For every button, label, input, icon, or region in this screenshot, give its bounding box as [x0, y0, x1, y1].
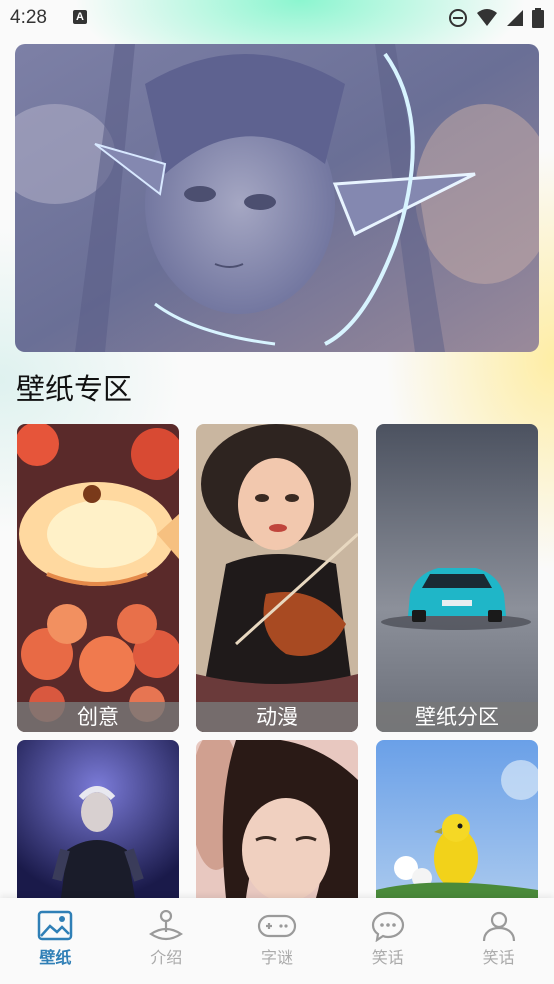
status-time: 4:28 [10, 7, 47, 28]
nav-item-jokes[interactable]: 笑话 [332, 898, 443, 984]
card-caption: 动漫 [196, 702, 358, 732]
nav-item-intro[interactable]: 介绍 [111, 898, 222, 984]
yellow-bird-image [376, 740, 538, 898]
category-card-wallpaper-zone[interactable]: 壁纸分区 [376, 424, 538, 732]
wallpaper-icon [38, 910, 73, 941]
status-bar: 4:28 A [0, 0, 554, 38]
app-notification-icon: A [73, 10, 87, 24]
section-title: 壁纸专区 [16, 372, 133, 406]
nav-label: 笑话 [482, 948, 515, 967]
nav-label: 壁纸 [39, 948, 72, 967]
category-card-6[interactable] [376, 740, 538, 898]
chat-bubble-icon [371, 911, 404, 942]
nav-item-wallpaper[interactable]: 壁纸 [0, 898, 111, 984]
hero-illustration [15, 44, 539, 352]
nav-item-profile[interactable]: 笑话 [443, 898, 554, 984]
gamepad-icon [257, 914, 297, 938]
joystick-icon [149, 910, 184, 941]
card-caption: 壁纸分区 [376, 702, 538, 732]
nav-label: 介绍 [150, 948, 183, 967]
performer-image [17, 740, 179, 898]
nav-label: 字谜 [260, 948, 293, 967]
teal-car-image [376, 424, 538, 732]
lantern-koi-image [17, 424, 179, 732]
battery-icon [532, 8, 544, 28]
category-card-creative[interactable]: 创意 [17, 424, 179, 732]
signal-icon [507, 10, 523, 26]
category-card-anime[interactable]: 动漫 [196, 424, 358, 732]
nav-label: 笑话 [371, 948, 404, 967]
category-card-5[interactable] [196, 740, 358, 898]
wifi-icon [477, 9, 497, 26]
violin-girl-image [196, 424, 358, 732]
hero-banner[interactable] [15, 44, 539, 352]
card-caption: 创意 [17, 702, 179, 732]
status-icons [448, 8, 544, 28]
dnd-icon [449, 9, 467, 27]
bottom-nav: 壁纸 介绍 字谜 笑话 笑话 [0, 898, 554, 984]
person-icon [482, 911, 515, 942]
category-card-4[interactable] [17, 740, 179, 898]
nav-item-riddle[interactable]: 字谜 [222, 898, 333, 984]
woman-portrait-image [196, 740, 358, 898]
